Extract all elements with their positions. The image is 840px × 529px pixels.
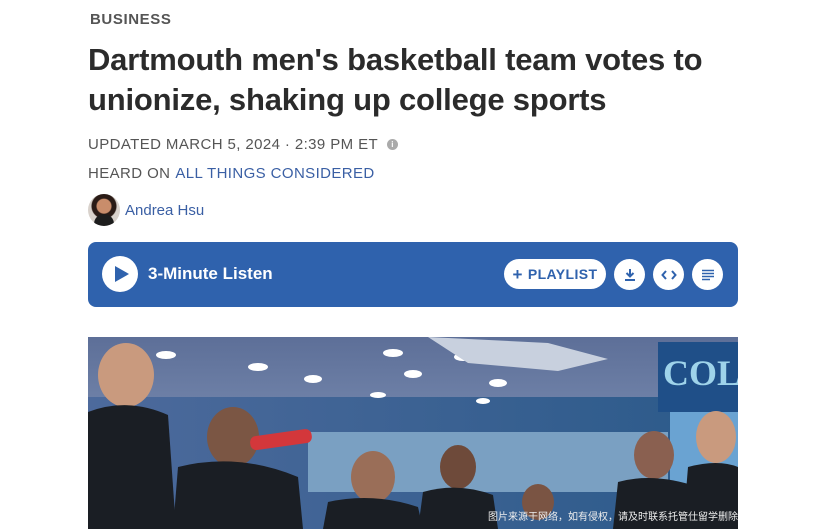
author-link[interactable]: Andrea Hsu bbox=[125, 202, 204, 219]
info-icon[interactable]: i bbox=[387, 139, 399, 150]
program-link[interactable]: ALL THINGS CONSIDERED bbox=[175, 165, 374, 182]
lead-photo[interactable]: COL 图片来源于网络，如有侵权，请及时联系托管仕留学删除 bbox=[88, 337, 738, 529]
section-label[interactable]: BUSINESS bbox=[90, 11, 172, 28]
plus-icon: + bbox=[512, 264, 523, 284]
audio-player: 3-Minute Listen + PLAYLIST bbox=[88, 242, 738, 307]
article-headline: Dartmouth men's basketball team votes to… bbox=[88, 42, 703, 117]
heard-on-prefix: HEARD ON bbox=[88, 165, 171, 182]
updated-text: UPDATED MARCH 5, 2024 · 2:39 PM ET bbox=[88, 136, 379, 153]
add-to-playlist-button[interactable]: + PLAYLIST bbox=[504, 259, 606, 289]
heard-on: HEARD ON ALL THINGS CONSIDERED bbox=[88, 165, 375, 182]
play-button[interactable] bbox=[102, 256, 138, 292]
download-icon bbox=[624, 268, 635, 281]
download-button[interactable] bbox=[614, 259, 645, 290]
transcript-button[interactable] bbox=[692, 259, 723, 290]
wall-lettering: COL bbox=[663, 353, 738, 393]
transcript-icon bbox=[701, 269, 714, 280]
team-huddle-image: COL bbox=[88, 337, 738, 529]
listen-duration-label: 3-Minute Listen bbox=[148, 264, 273, 283]
byline: Andrea Hsu bbox=[88, 194, 204, 226]
playlist-label: PLAYLIST bbox=[527, 266, 598, 282]
embed-button[interactable] bbox=[653, 259, 684, 290]
updated-timestamp: UPDATED MARCH 5, 2024 · 2:39 PM ET i bbox=[88, 136, 399, 153]
image-watermark: 图片来源于网络，如有侵权，请及时联系托管仕留学删除 bbox=[488, 512, 738, 523]
play-icon bbox=[114, 266, 129, 282]
embed-code-icon bbox=[660, 269, 677, 280]
author-avatar[interactable] bbox=[88, 194, 120, 226]
